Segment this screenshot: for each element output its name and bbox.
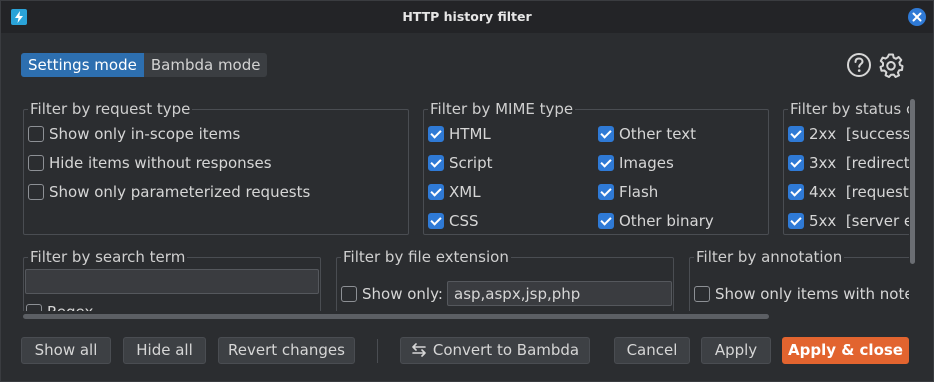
mime-script-checkbox[interactable]	[428, 155, 444, 171]
status-4xx-checkbox[interactable]	[788, 184, 804, 200]
mime-flash-checkbox[interactable]	[598, 184, 614, 200]
swap-icon	[412, 343, 426, 357]
file-extension-show-only-checkbox[interactable]	[341, 286, 357, 302]
mime-other-binary-option[interactable]: Other binary	[598, 211, 714, 231]
status-3xx-option[interactable]: 3xx [redirection]	[788, 153, 909, 173]
status-code-legend: Filter by status code	[788, 100, 909, 118]
bambda-mode-button[interactable]: Bambda mode	[144, 53, 268, 77]
annotation-notes-option[interactable]: Show only items with notes	[694, 284, 909, 304]
parameterized-checkbox[interactable]	[28, 184, 44, 200]
in-scope-option[interactable]: Show only in-scope items	[28, 124, 240, 144]
horizontal-scrollbar[interactable]	[23, 314, 769, 319]
vertical-scrollbar[interactable]	[910, 99, 915, 264]
annotation-panel: Filter by annotation Show only items wit…	[689, 248, 909, 311]
search-term-legend: Filter by search term	[28, 248, 188, 266]
mime-images-label: Images	[619, 154, 674, 172]
request-type-panel: Filter by request type Show only in-scop…	[23, 100, 409, 235]
mime-html-option[interactable]: HTML	[428, 124, 491, 144]
request-type-legend: Filter by request type	[28, 100, 193, 118]
convert-to-bambda-button[interactable]: Convert to Bambda	[400, 337, 590, 364]
mime-css-label: CSS	[449, 212, 479, 230]
mime-xml-checkbox[interactable]	[428, 184, 444, 200]
file-extension-panel: Filter by file extension Show only:	[336, 248, 674, 311]
search-term-input[interactable]	[25, 269, 319, 294]
mime-other-text-checkbox[interactable]	[598, 126, 614, 142]
help-icon[interactable]	[846, 52, 872, 78]
status-3xx-label: 3xx [redirection]	[809, 154, 909, 172]
mime-xml-option[interactable]: XML	[428, 182, 481, 202]
mime-type-panel: Filter by MIME type HTML Script XML CSS …	[423, 100, 769, 235]
mime-type-legend: Filter by MIME type	[428, 100, 576, 118]
regex-checkbox[interactable]	[26, 304, 42, 311]
mime-other-text-label: Other text	[619, 125, 696, 143]
lower-filters-clip: Filter by search term Regex Filter by fi…	[1, 241, 909, 311]
regex-label: Regex	[47, 302, 93, 311]
mime-html-checkbox[interactable]	[428, 126, 444, 142]
revert-changes-button[interactable]: Revert changes	[218, 337, 355, 364]
mime-css-option[interactable]: CSS	[428, 211, 479, 231]
button-divider	[377, 339, 378, 363]
mime-xml-label: XML	[449, 183, 481, 201]
apply-and-close-button[interactable]: Apply & close	[782, 337, 909, 364]
http-history-filter-dialog: HTTP history filter Settings mode Bambda…	[0, 0, 934, 382]
mime-other-binary-checkbox[interactable]	[598, 213, 614, 229]
annotation-legend: Filter by annotation	[694, 248, 845, 266]
search-term-panel: Filter by search term Regex	[23, 248, 321, 311]
mime-script-option[interactable]: Script	[428, 153, 493, 173]
mime-html-label: HTML	[449, 125, 491, 143]
annotation-notes-label: Show only items with notes	[715, 285, 909, 303]
cancel-button[interactable]: Cancel	[614, 337, 690, 364]
parameterized-label: Show only parameterized requests	[49, 183, 311, 201]
mime-flash-label: Flash	[619, 183, 659, 201]
status-code-panel: Filter by status code 2xx [success] 3xx …	[783, 100, 909, 235]
without-responses-option[interactable]: Hide items without responses	[28, 153, 272, 173]
file-extension-show-only-option[interactable]: Show only:	[341, 284, 443, 304]
file-extension-input[interactable]	[447, 281, 672, 306]
status-2xx-option[interactable]: 2xx [success]	[788, 124, 909, 144]
status-5xx-label: 5xx [server error]	[809, 212, 909, 230]
parameterized-option[interactable]: Show only parameterized requests	[28, 182, 310, 202]
status-4xx-label: 4xx [request error]	[809, 183, 909, 201]
window-title: HTTP history filter	[402, 9, 532, 24]
status-3xx-checkbox[interactable]	[788, 155, 804, 171]
mime-other-text-option[interactable]: Other text	[598, 124, 696, 144]
hide-all-button[interactable]: Hide all	[123, 337, 206, 364]
status-2xx-checkbox[interactable]	[788, 126, 804, 142]
close-icon[interactable]	[908, 8, 926, 26]
status-2xx-label: 2xx [success]	[809, 125, 909, 143]
mime-images-option[interactable]: Images	[598, 153, 674, 173]
in-scope-checkbox[interactable]	[28, 126, 44, 142]
file-extension-show-only-label: Show only:	[362, 285, 443, 303]
mode-toggle: Settings mode Bambda mode	[21, 53, 268, 77]
status-code-clip: Filter by status code 2xx [success] 3xx …	[781, 97, 909, 237]
status-4xx-option[interactable]: 4xx [request error]	[788, 182, 909, 202]
mime-script-label: Script	[449, 154, 493, 172]
show-all-button[interactable]: Show all	[21, 337, 111, 364]
annotation-notes-checkbox[interactable]	[694, 286, 710, 302]
apply-button[interactable]: Apply	[701, 337, 771, 364]
mime-other-binary-label: Other binary	[619, 212, 714, 230]
title-bar: HTTP history filter	[1, 1, 933, 33]
mime-css-checkbox[interactable]	[428, 213, 444, 229]
without-responses-checkbox[interactable]	[28, 155, 44, 171]
mime-flash-option[interactable]: Flash	[598, 182, 658, 202]
gear-icon[interactable]	[878, 52, 904, 78]
file-extension-legend: Filter by file extension	[341, 248, 511, 266]
status-5xx-checkbox[interactable]	[788, 213, 804, 229]
regex-option[interactable]: Regex	[26, 302, 93, 311]
mime-images-checkbox[interactable]	[598, 155, 614, 171]
without-responses-label: Hide items without responses	[49, 154, 272, 172]
settings-mode-button[interactable]: Settings mode	[21, 53, 144, 77]
convert-to-bambda-label: Convert to Bambda	[432, 341, 580, 359]
status-5xx-option[interactable]: 5xx [server error]	[788, 211, 909, 231]
in-scope-label: Show only in-scope items	[49, 125, 241, 143]
